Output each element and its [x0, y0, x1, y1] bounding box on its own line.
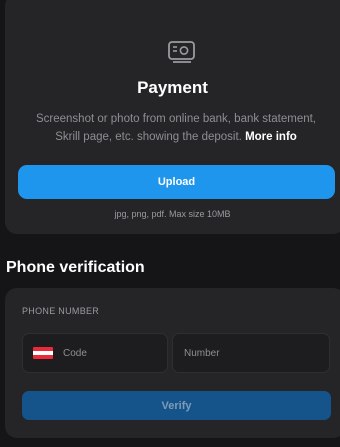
country-code-select[interactable]: Code — [22, 333, 168, 373]
payment-description: Screenshot or photo from online bank, ba… — [24, 110, 328, 146]
upload-hint: jpg, png, pdf. Max size 10MB — [114, 209, 231, 219]
payment-receipt-icon — [168, 41, 195, 63]
payment-title: Payment — [137, 78, 208, 97]
phone-verification-title: Phone verification — [6, 259, 145, 276]
phone-number-placeholder: Number — [184, 347, 220, 359]
austria-flag-icon — [33, 347, 53, 359]
verify-button[interactable]: Verify — [22, 391, 331, 420]
phone-number-label: PHONE NUMBER — [22, 306, 100, 316]
upload-button[interactable]: Upload — [18, 165, 335, 199]
country-code-placeholder: Code — [63, 347, 87, 359]
phone-number-input[interactable]: Number — [172, 333, 330, 373]
more-info-link[interactable]: More info — [245, 131, 297, 143]
